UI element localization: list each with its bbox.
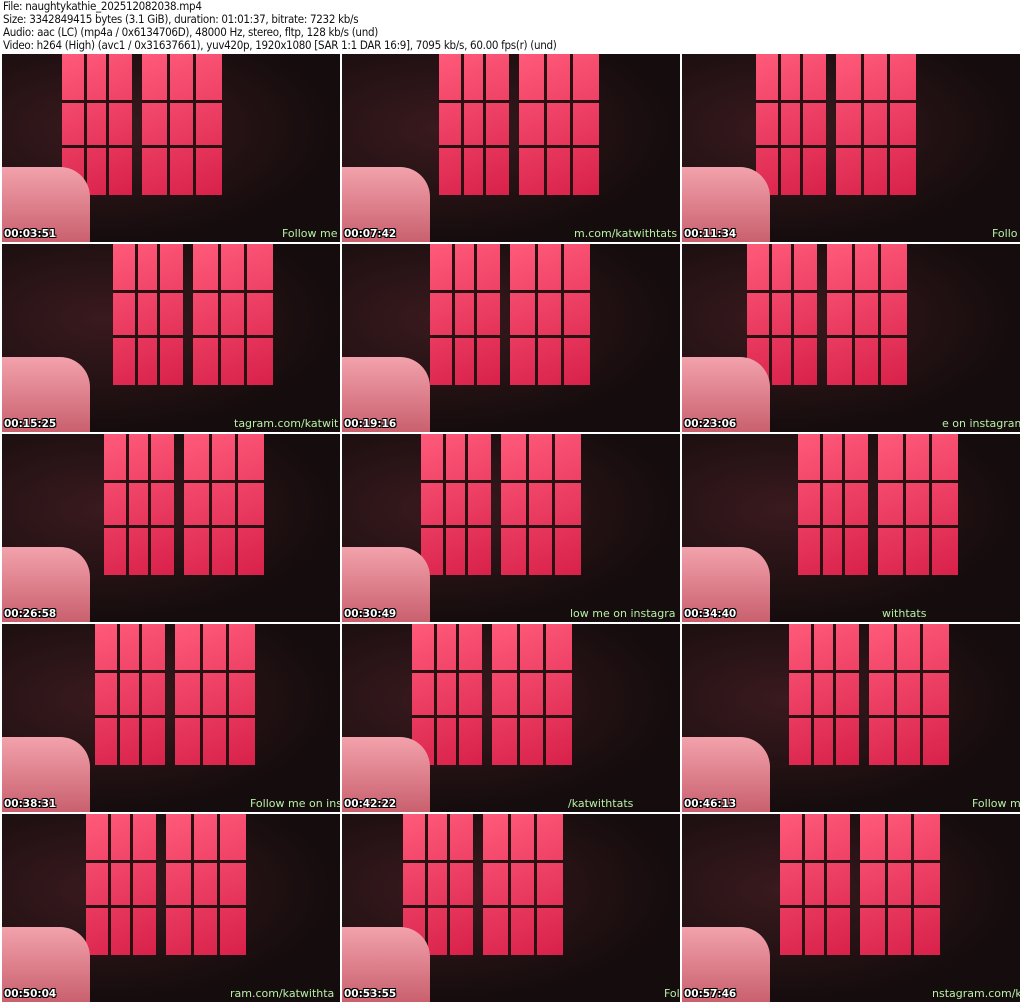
video-thumbnail[interactable]: 00:50:04 ram.com/katwithta — [2, 814, 340, 1002]
screen-panel — [756, 54, 826, 195]
timestamp: 00:57:46 — [684, 988, 737, 1000]
screen-panel — [104, 434, 174, 575]
video-thumbnail[interactable]: 00:42:22 /katwithtats — [342, 624, 680, 812]
video-thumbnail[interactable]: 00:11:34 Follo — [682, 54, 1020, 242]
timestamp: 00:23:06 — [684, 418, 737, 430]
screen-panel — [798, 434, 868, 575]
watermark-text: Fol — [664, 987, 680, 1000]
timestamp: 00:30:49 — [344, 608, 397, 620]
screen-panel — [869, 624, 949, 765]
screen-panel — [878, 434, 958, 575]
screen-panel — [492, 624, 572, 765]
video-thumbnail[interactable]: 00:23:06 e on instagram.co — [682, 244, 1020, 432]
screen-panel — [142, 54, 222, 195]
video-thumbnail[interactable]: 00:57:46 nstagram.com/katw — [682, 814, 1020, 1002]
watermark-text: withtats — [882, 607, 927, 620]
screen-panel — [95, 624, 165, 765]
screen-panel — [483, 814, 563, 955]
screen-panel — [789, 624, 859, 765]
screen-panel — [86, 814, 156, 955]
file-info-header: File: naughtykathie_202512082038.mp4 Siz… — [3, 0, 557, 52]
timestamp: 00:34:40 — [684, 608, 737, 620]
screen-panel — [175, 624, 255, 765]
screen-panel — [184, 434, 264, 575]
watermark-text: /katwithtats — [568, 797, 634, 810]
watermark-text: Follow me o — [282, 227, 340, 240]
video-thumbnail[interactable]: 00:34:40 withtats — [682, 434, 1020, 622]
video-thumbnail[interactable]: 00:26:58 — [2, 434, 340, 622]
watermark-text: Follow me on ins — [250, 797, 340, 810]
screen-panel — [421, 434, 491, 575]
timestamp: 00:46:13 — [684, 798, 737, 810]
screen-panel — [780, 814, 850, 955]
timestamp: 00:11:34 — [684, 228, 737, 240]
watermark-text: low me on instagra — [570, 607, 676, 620]
screen-panel — [439, 54, 509, 195]
watermark-text: Follo — [992, 227, 1018, 240]
screen-panel — [860, 814, 940, 955]
video-thumbnail[interactable]: 00:53:55 Fol — [342, 814, 680, 1002]
video-thumbnail[interactable]: 00:38:31 Follow me on ins — [2, 624, 340, 812]
watermark-text: ram.com/katwithta — [230, 987, 335, 1000]
timestamp: 00:50:04 — [4, 988, 57, 1000]
timestamp: 00:38:31 — [4, 798, 57, 810]
video-thumbnail[interactable]: 00:30:49 low me on instagra — [342, 434, 680, 622]
timestamp: 00:19:16 — [344, 418, 397, 430]
video-thumbnail[interactable]: 00:46:13 Follow m — [682, 624, 1020, 812]
watermark-text: tagram.com/katwit — [234, 417, 339, 430]
video-thumbnail[interactable]: 00:15:25 tagram.com/katwit — [2, 244, 340, 432]
timestamp: 00:42:22 — [344, 798, 397, 810]
video-thumbnail[interactable]: 00:19:16 — [342, 244, 680, 432]
screen-panel — [193, 244, 273, 385]
screen-panel — [501, 434, 581, 575]
screen-panel — [166, 814, 246, 955]
video-thumbnail[interactable]: 00:07:42 m.com/katwithtats — [342, 54, 680, 242]
screen-panel — [836, 54, 916, 195]
timestamp: 00:03:51 — [4, 228, 57, 240]
screen-panel — [519, 54, 599, 195]
watermark-text: Follow m — [972, 797, 1020, 810]
screen-panel — [510, 244, 590, 385]
screen-panel — [113, 244, 183, 385]
timestamp: 00:15:25 — [4, 418, 57, 430]
screen-panel — [412, 624, 482, 765]
video-thumbnail[interactable]: 00:03:51 Follow me o — [2, 54, 340, 242]
screen-panel — [430, 244, 500, 385]
watermark-text: e on instagram.co — [942, 417, 1020, 430]
watermark-text: nstagram.com/katw — [932, 987, 1020, 1000]
watermark-text: m.com/katwithtats — [574, 227, 678, 240]
video-info: Video: h264 (High) (avc1 / 0x31637661), … — [3, 38, 557, 52]
thumbnail-grid: 00:03:51 Follow me o 00:07:42 m.com/katw… — [2, 54, 1020, 1002]
timestamp: 00:07:42 — [344, 228, 397, 240]
timestamp: 00:53:55 — [344, 988, 397, 1000]
timestamp: 00:26:58 — [4, 608, 57, 620]
screen-panel — [827, 244, 907, 385]
